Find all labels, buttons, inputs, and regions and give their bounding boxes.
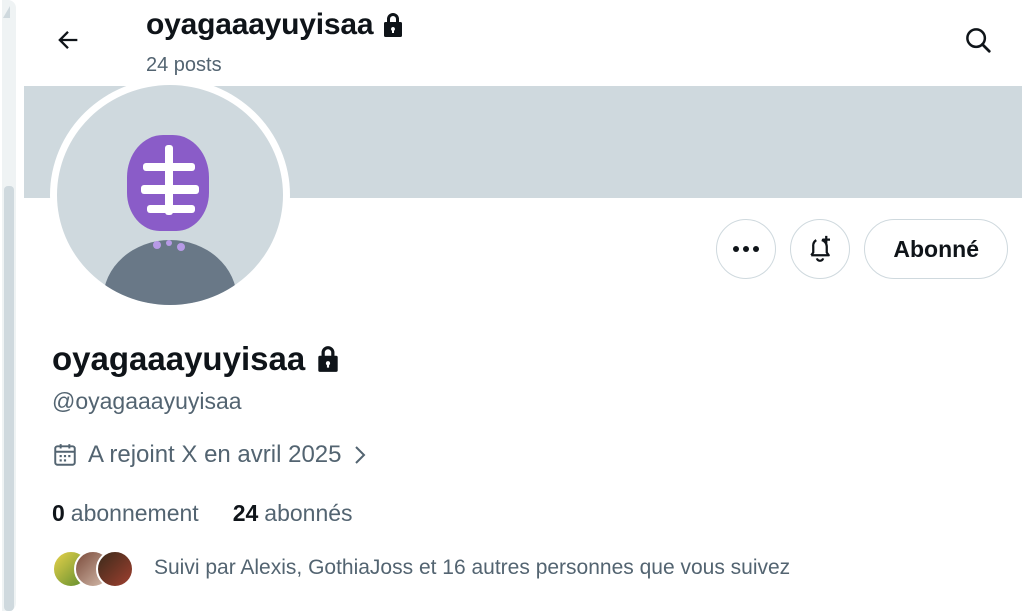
avatar[interactable] bbox=[50, 78, 290, 312]
avatar-image bbox=[57, 85, 283, 305]
posts-count: 24 posts bbox=[146, 54, 222, 76]
avatar-symbol-icon bbox=[141, 145, 199, 251]
display-name-text: oyagaaayuyisaa bbox=[52, 340, 306, 377]
followed-by-text: Suivi par Alexis, GothiaJoss et 16 autre… bbox=[154, 556, 791, 579]
scrollbar-thumb[interactable] bbox=[4, 186, 14, 611]
following-label: abonnement bbox=[70, 500, 199, 526]
following-count: 0 bbox=[52, 500, 65, 526]
search-icon bbox=[966, 28, 991, 53]
more-dots-icon bbox=[733, 246, 760, 252]
search-button[interactable] bbox=[960, 22, 996, 58]
joined-date[interactable]: A rejoint X en avril 2025 bbox=[52, 441, 368, 469]
user-handle: @oyagaaayuyisaa bbox=[52, 388, 242, 414]
scrollbar-arrow-icon[interactable] bbox=[3, 6, 10, 18]
follower-avatars bbox=[52, 548, 134, 588]
calendar-icon bbox=[54, 444, 76, 466]
mini-avatar bbox=[96, 550, 134, 588]
joined-text: A rejoint X en avril 2025 bbox=[88, 441, 342, 468]
following-button[interactable]: Abonné bbox=[864, 219, 1008, 279]
header-title-text: oyagaaayuyisaa bbox=[146, 8, 374, 41]
following-stat[interactable]: 0 abonnement bbox=[52, 500, 199, 527]
left-gutter bbox=[0, 0, 24, 611]
bell-plus-icon bbox=[810, 235, 831, 262]
header-title: oyagaaayuyisaa bbox=[146, 8, 405, 42]
lock-icon bbox=[318, 346, 338, 372]
follow-stats: 0 abonnement 24 abonnés bbox=[52, 500, 353, 527]
chevron-right-icon bbox=[354, 446, 365, 464]
lock-icon bbox=[384, 13, 403, 37]
more-button[interactable] bbox=[716, 219, 777, 279]
notifications-button[interactable] bbox=[790, 219, 851, 279]
back-button[interactable] bbox=[50, 22, 86, 58]
followers-label: abonnés bbox=[264, 500, 353, 526]
arrow-left-icon bbox=[58, 31, 78, 49]
followed-by[interactable]: Suivi par Alexis, GothiaJoss et 16 autre… bbox=[52, 548, 790, 588]
display-name: oyagaaayuyisaa bbox=[52, 340, 341, 378]
profile-header: oyagaaayuyisaa 24 posts bbox=[24, 0, 1022, 86]
profile-actions: Abonné bbox=[716, 219, 1008, 279]
followers-stat[interactable]: 24 abonnés bbox=[233, 500, 353, 527]
followers-count: 24 bbox=[232, 500, 259, 526]
